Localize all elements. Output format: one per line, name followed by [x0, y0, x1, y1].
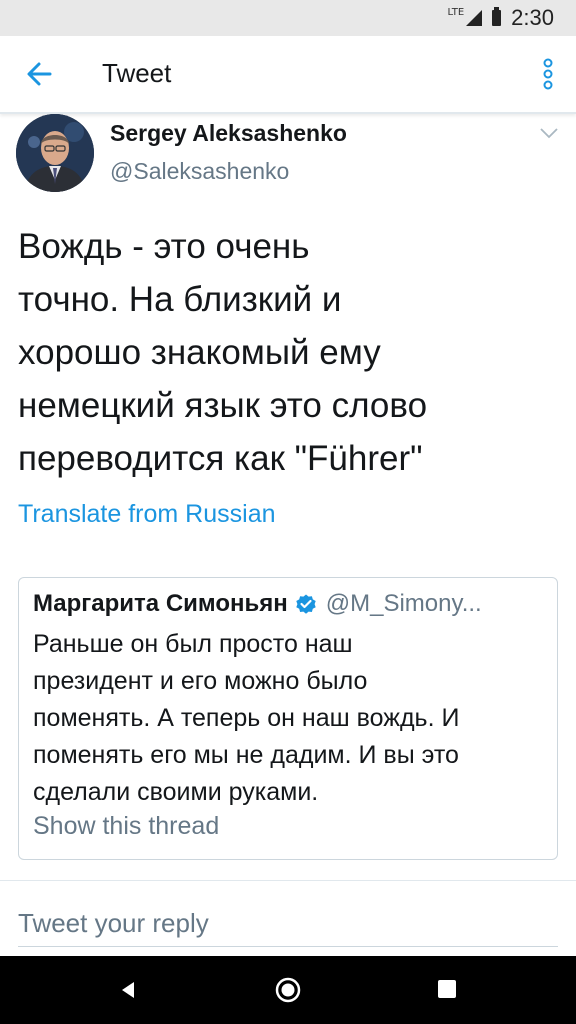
quoted-tweet-header: Маргарита Симоньян @M_Simony...	[33, 590, 482, 618]
chevron-down-icon	[540, 128, 558, 139]
reply-input[interactable]	[18, 900, 558, 947]
status-icons: LTE 2:30	[447, 5, 554, 30]
quoted-tweet-card[interactable]: Маргарита Симоньян @M_Simony... Раньше о…	[18, 577, 558, 860]
divider	[0, 880, 576, 881]
status-bar: LTE 2:30	[0, 0, 576, 36]
signal-icon	[466, 10, 483, 26]
network-type-label: LTE	[447, 6, 465, 18]
quoted-tweet-text: Раньше он был просто наш президент и его…	[33, 630, 460, 806]
battery-icon	[492, 7, 502, 26]
quoted-author-handle: @M_Simony...	[325, 590, 482, 617]
avatar[interactable]	[16, 114, 94, 192]
more-vertical-icon	[543, 58, 553, 90]
arrow-left-icon	[27, 62, 52, 86]
verified-badge-icon	[296, 594, 316, 614]
system-navigation-bar	[0, 956, 576, 1024]
author-name[interactable]: Sergey Aleksashenko	[110, 120, 347, 147]
system-home-button[interactable]	[274, 976, 302, 1004]
avatar-image	[16, 114, 94, 192]
system-back-button[interactable]	[116, 978, 140, 1002]
overflow-menu-button[interactable]	[538, 54, 558, 94]
status-time: 2:30	[511, 5, 554, 30]
circle-home-icon	[275, 977, 301, 1003]
triangle-back-icon	[122, 982, 134, 998]
app-bar: Tweet	[0, 36, 576, 114]
tweet-text: Вождь - это очень точно. На близкий и хо…	[18, 227, 428, 478]
system-recents-button[interactable]	[438, 980, 456, 998]
back-button[interactable]	[20, 54, 60, 94]
show-thread-link[interactable]: Show this thread	[33, 812, 219, 841]
author-handle[interactable]: @Saleksashenko	[110, 158, 289, 185]
page-title: Tweet	[102, 58, 172, 88]
translate-link[interactable]: Translate from Russian	[18, 500, 276, 529]
quoted-author-name: Маргарита Симоньян	[33, 590, 288, 617]
tweet-options-button[interactable]	[538, 126, 560, 140]
